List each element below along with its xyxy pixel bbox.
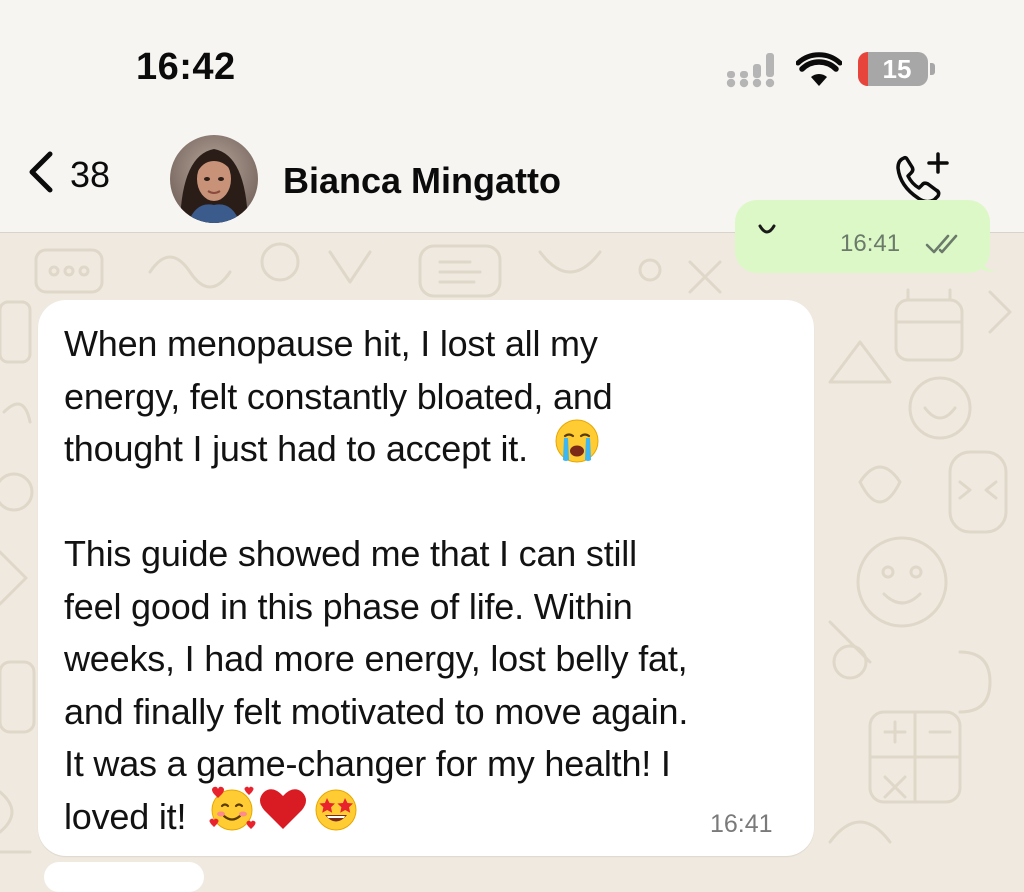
battery-cap	[930, 63, 935, 75]
contact-name[interactable]: Bianca Mingatto	[283, 160, 561, 202]
status-time: 16:42	[136, 46, 236, 88]
message-line: weeks, I had more energy, lost belly fat…	[64, 638, 688, 679]
battery-low-fill	[858, 52, 868, 86]
back-button[interactable]: 38	[26, 150, 110, 199]
message-line: This guide showed me that I can still	[64, 533, 637, 574]
message-line: loved it!	[64, 786, 804, 844]
message-line: thought I just had to accept it.	[64, 419, 804, 476]
incoming-message-bubble[interactable]: When menopause hit, I lost all my energy…	[38, 300, 814, 856]
incoming-message-time: 16:41	[710, 810, 773, 838]
status-bar: 16:42 15	[0, 0, 1024, 110]
next-message-bubble[interactable]	[44, 862, 204, 892]
double-check-icon	[924, 233, 964, 260]
message-line-text: thought I just had to accept it.	[64, 428, 538, 469]
message-line: It was a game-changer for my health! I	[64, 743, 671, 784]
outgoing-text-fragment	[758, 224, 776, 238]
message-line: and finally felt motivated to move again…	[64, 690, 689, 732]
signal-icon	[726, 52, 782, 93]
message-line: When menopause hit, I lost all my	[64, 323, 598, 364]
outgoing-bubble-tail	[975, 250, 999, 279]
battery-icon: 15	[858, 52, 936, 88]
red-heart-emoji	[258, 786, 308, 847]
star-struck-emoji	[312, 786, 360, 847]
message-line: energy, felt constantly bloated, and	[64, 375, 613, 417]
crying-face-emoji	[554, 418, 600, 479]
chevron-left-icon	[26, 150, 56, 199]
wifi-icon	[795, 52, 843, 93]
battery-level: 15	[882, 54, 912, 84]
avatar[interactable]	[170, 135, 258, 223]
top-bar: 16:42 15 38 Bianca Mingatto	[0, 0, 1024, 233]
message-line-text: loved it!	[64, 795, 197, 837]
outgoing-message-time: 16:41	[840, 230, 901, 257]
unread-count: 38	[70, 153, 111, 195]
message-line: feel good in this phase of life. Within	[64, 585, 633, 627]
smiling-face-with-hearts-emoji	[208, 786, 256, 847]
message-text: When menopause hit, I lost all my energy…	[64, 318, 804, 843]
